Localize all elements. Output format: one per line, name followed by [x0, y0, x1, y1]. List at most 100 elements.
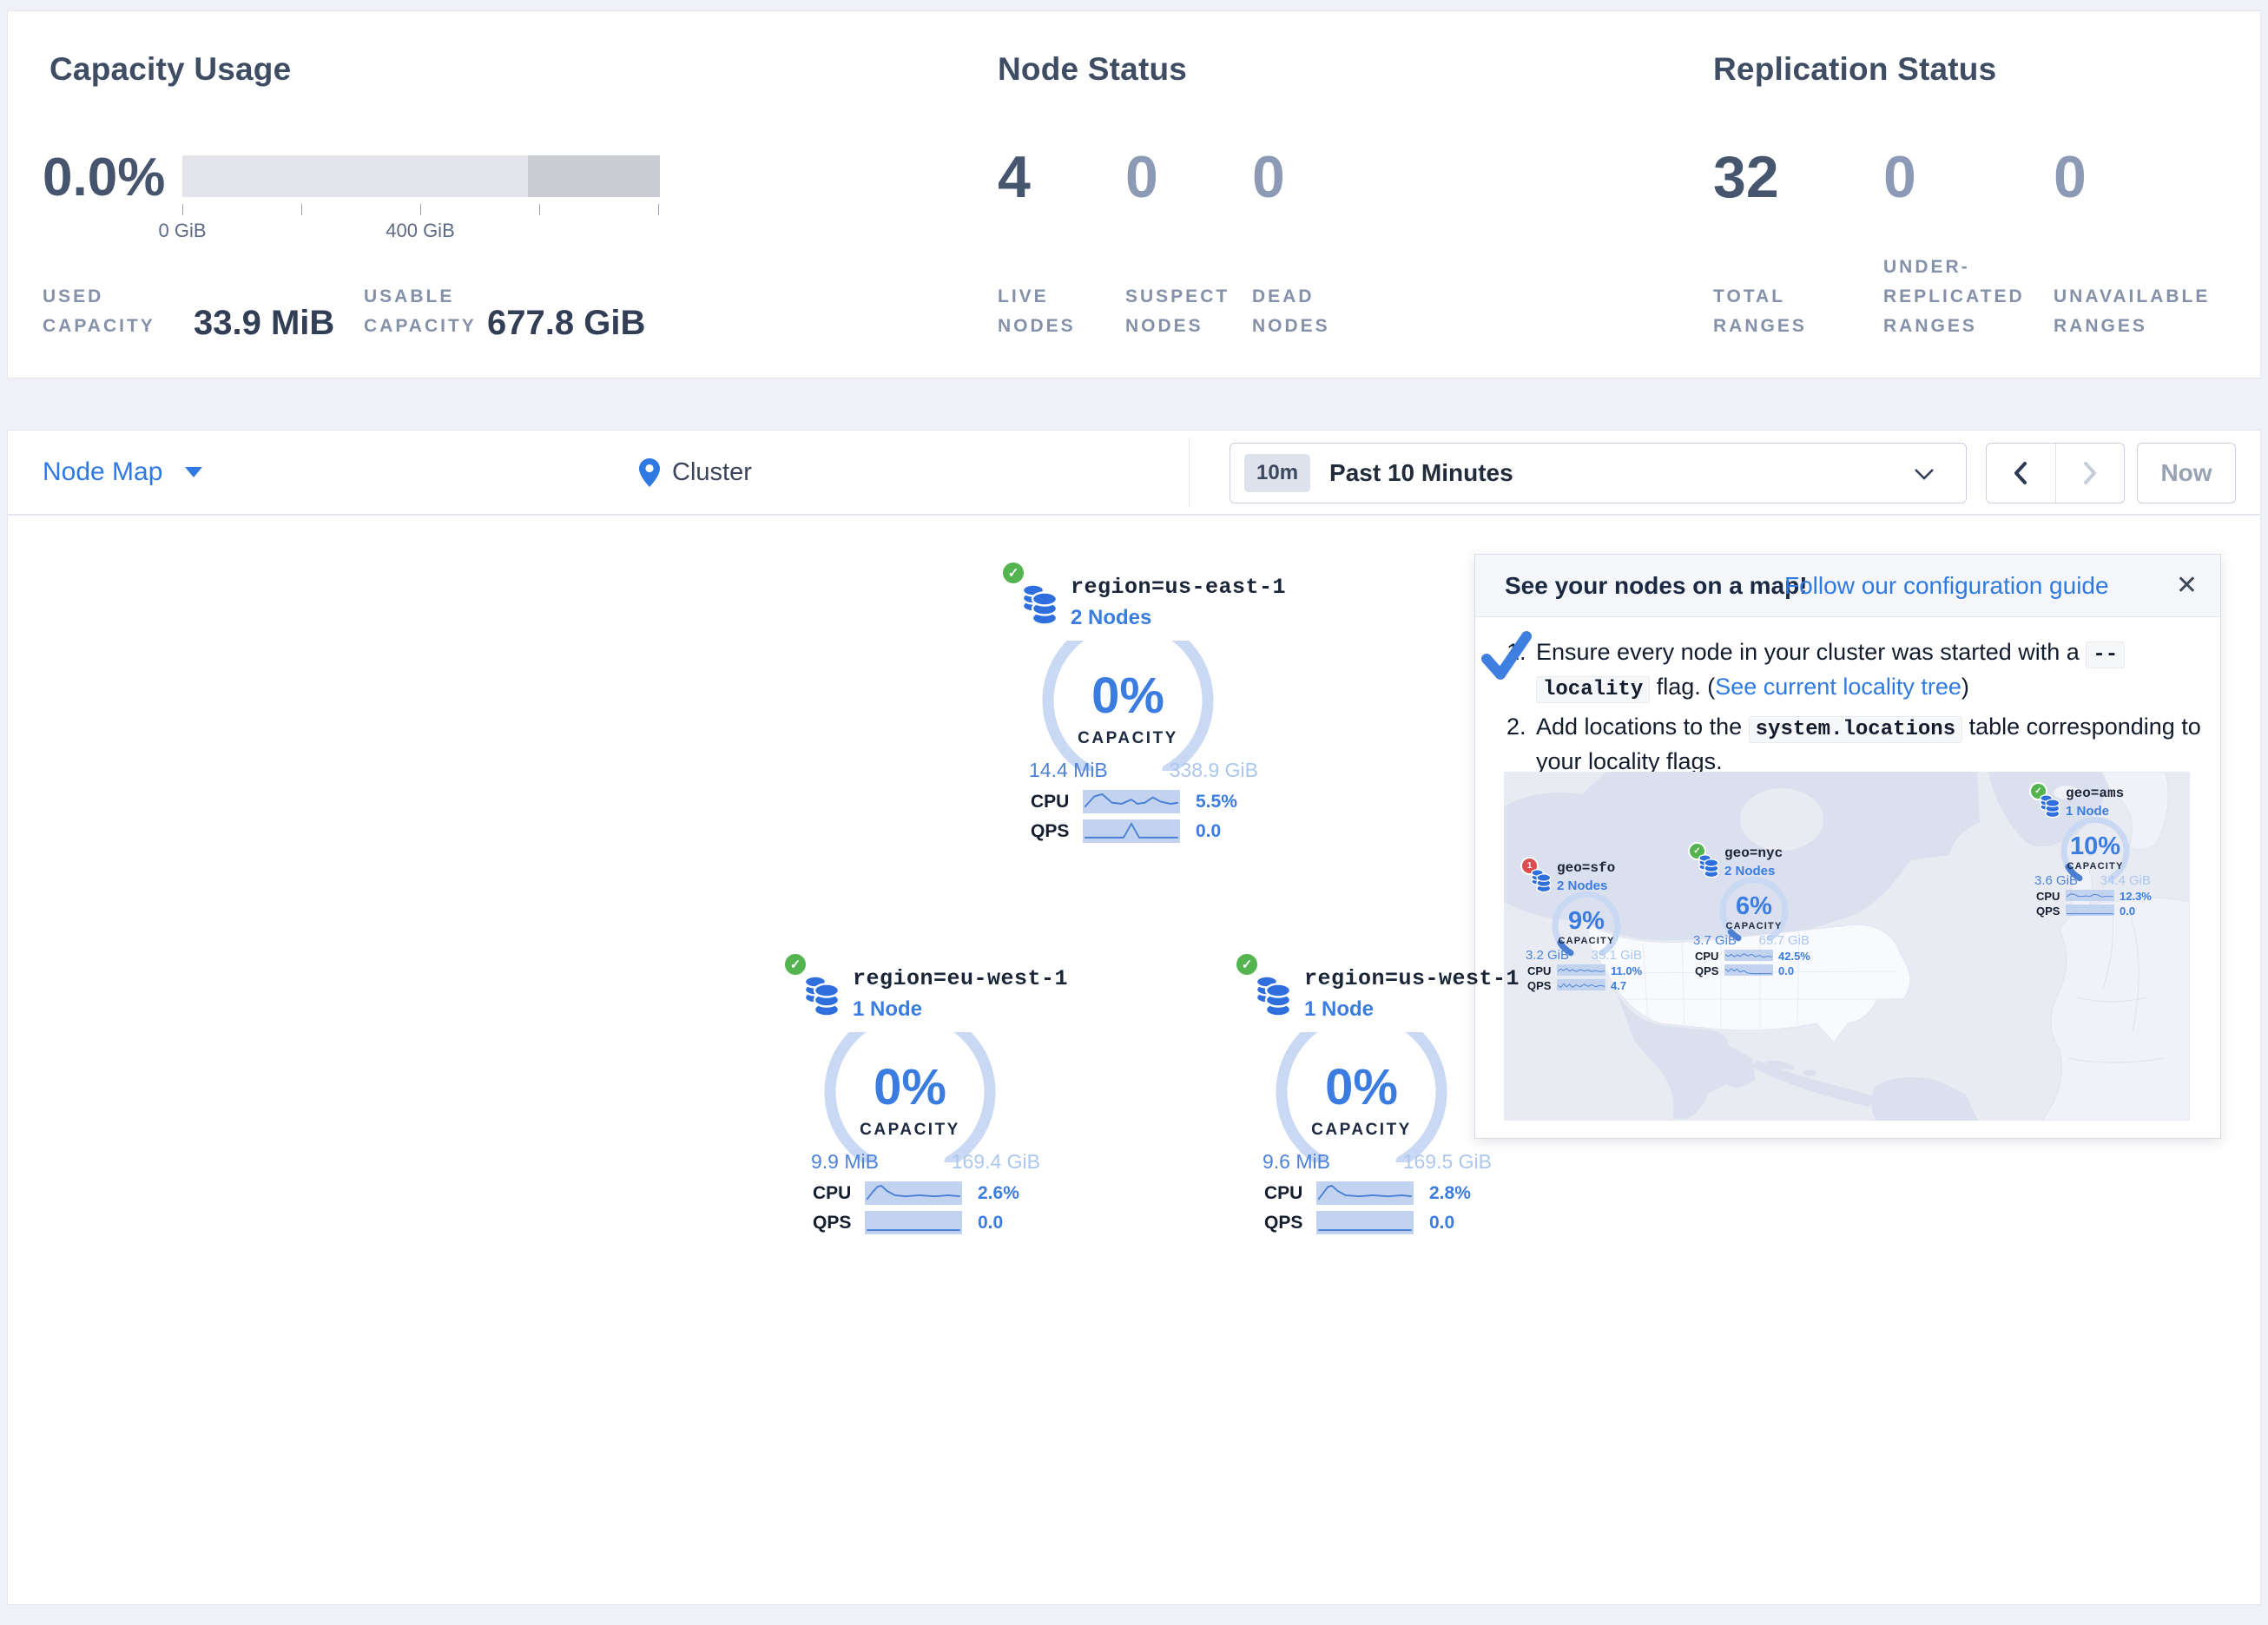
node-count-link[interactable]: 1 Node	[853, 997, 922, 1022]
total-capacity-value: 65.7 GiB	[1740, 933, 1810, 948]
locality-label: region=us-east-1	[1071, 575, 1286, 600]
under-replicated-count: 0	[1883, 143, 1916, 211]
configuration-guide-link[interactable]: Follow our configuration guide	[1784, 572, 2109, 600]
locality-group-us-west-1[interactable]: ✓ region=us-west-1 1 Node 0% CAPACITY 9.…	[1224, 952, 1520, 1247]
close-icon[interactable]: ✕	[2176, 570, 2198, 601]
cpu-sparkline	[1724, 950, 1773, 961]
step-2: 2. Add locations to the system.locations…	[1507, 711, 2203, 778]
time-forward-button[interactable]	[2055, 444, 2125, 503]
node-count-link[interactable]: 1 Node	[1304, 997, 1374, 1022]
cpu-value: 2.8%	[1429, 1183, 1471, 1204]
qps-label: QPS	[2036, 905, 2060, 918]
capacity-percent: 9%	[1522, 907, 1651, 936]
locality-label: region=us-west-1	[1304, 966, 1520, 991]
capacity-percent: 0.0%	[43, 147, 165, 208]
used-value: 3.6 GiB	[2034, 873, 2078, 888]
step-1: 1. Ensure every node in your cluster was…	[1507, 636, 2203, 706]
cpu-sparkline	[865, 1181, 962, 1205]
time-range-dropdown[interactable]: 10m Past 10 Minutes	[1230, 443, 1967, 503]
now-button-label: Now	[2160, 459, 2212, 487]
capacity-gauge-label: CAPACITY	[823, 1121, 997, 1140]
time-range-badge: 10m	[1244, 454, 1310, 492]
configuration-steps: 1. Ensure every node in your cluster was…	[1507, 636, 2203, 783]
replication-status-title: Replication Status	[1713, 51, 1996, 88]
cpu-value: 12.3%	[2120, 890, 2152, 903]
map-configuration-popup: See your nodes on a map! Follow our conf…	[1474, 554, 2221, 1139]
cpu-label: CPU	[1695, 950, 1718, 963]
cpu-label: CPU	[1264, 1183, 1302, 1204]
capacity-bar-reserved-segment	[528, 155, 660, 197]
total-capacity-value: 338.9 GiB	[1121, 759, 1258, 782]
live-nodes-count: 4	[998, 143, 1031, 211]
used-value: 3.2 GiB	[1526, 948, 1569, 963]
database-nodes-icon	[1019, 583, 1060, 627]
toolbar-divider	[1189, 439, 1190, 507]
total-ranges-label: TOTAL RANGES	[1713, 282, 1843, 341]
now-button[interactable]: Now	[2137, 443, 2236, 503]
locality-label: geo=nyc	[1724, 845, 1783, 861]
used-capacity-label: USED CAPACITY	[43, 282, 190, 341]
chevron-right-icon	[2082, 461, 2098, 485]
axis-tick	[420, 204, 421, 215]
map-toolbar: Node Map Cluster 10m Past 10 Minutes	[7, 430, 2261, 515]
qps-value: 0.0	[1196, 821, 1221, 842]
qps-label: QPS	[813, 1213, 851, 1234]
used-value: 9.9 MiB	[811, 1150, 879, 1174]
qps-value: 0.0	[2120, 905, 2135, 918]
code-system-locations: system.locations	[1749, 716, 1962, 743]
total-capacity-value: 35.1 GiB	[1572, 948, 1642, 963]
total-capacity-value: 169.5 GiB	[1355, 1150, 1492, 1174]
breadcrumb-label: Cluster	[672, 458, 752, 487]
database-nodes-icon	[1252, 975, 1294, 1018]
used-value: 9.6 MiB	[1263, 1150, 1330, 1174]
step-1-text: Ensure every node in your cluster was st…	[1536, 636, 2125, 706]
healthy-check-icon: ✓	[785, 954, 806, 975]
node-map-canvas: ✓ region=us-east-1 2 Nodes 0% CAPACITY 1…	[7, 515, 2261, 1605]
capacity-percent: 6%	[1690, 892, 1818, 921]
healthy-check-icon: ✓	[1236, 954, 1257, 975]
qps-sparkline	[1724, 964, 1773, 976]
cpu-sparkline	[2066, 890, 2114, 901]
healthy-check-icon: ✓	[1003, 562, 1024, 583]
cpu-value: 5.5%	[1196, 792, 1237, 812]
qps-sparkline	[865, 1211, 962, 1234]
capacity-usage-title: Capacity Usage	[49, 51, 291, 88]
locality-tree-link[interactable]: See current locality tree	[1715, 674, 1961, 700]
chevron-down-icon	[1914, 468, 1935, 480]
unavailable-count: 0	[2054, 143, 2087, 211]
cluster-overview-page: Capacity Usage 0.0% 0 GiB 400 GiB USED C…	[0, 0, 2268, 1625]
capacity-percent: 0%	[1041, 667, 1215, 725]
popup-header: See your nodes on a map! Follow our conf…	[1475, 555, 2220, 617]
unavailable-label: UNAVAILABLE RANGES	[2054, 282, 2214, 341]
qps-label: QPS	[1527, 979, 1551, 992]
axis-tick-label: 0 GiB	[122, 220, 243, 242]
view-selector-dropdown[interactable]: Node Map	[43, 431, 202, 514]
used-capacity-value: 33.9 MiB	[194, 304, 334, 343]
code-locality-flag: --	[2086, 641, 2125, 668]
chevron-left-icon	[2013, 461, 2028, 485]
cpu-sparkline	[1083, 790, 1180, 813]
locality-group-eu-west-1[interactable]: ✓ region=eu-west-1 1 Node 0% CAPACITY 9.…	[773, 952, 1068, 1247]
mini-locality-geo-sfo: 1 geo=sfo 2 Nodes 9% CAPACITY 3.2 GiB 35…	[1522, 859, 1652, 994]
under-replicated-label: UNDER-REPLICATED RANGES	[1883, 253, 2044, 341]
qps-sparkline	[1083, 819, 1180, 843]
locality-label: region=eu-west-1	[853, 966, 1068, 991]
capacity-percent: 0%	[1275, 1058, 1448, 1116]
axis-tick	[182, 204, 183, 215]
locality-label: geo=sfo	[1557, 860, 1615, 876]
database-nodes-icon	[801, 975, 842, 1018]
node-status-title: Node Status	[998, 51, 1187, 88]
time-back-button[interactable]	[1987, 444, 2055, 503]
axis-tick-label: 400 GiB	[359, 220, 481, 242]
cpu-value: 2.6%	[978, 1183, 1019, 1204]
time-window-arrows	[1986, 443, 2125, 503]
locality-group-us-east-1[interactable]: ✓ region=us-east-1 2 Nodes 0% CAPACITY 1…	[991, 561, 1286, 856]
cluster-summary-card: Capacity Usage 0.0% 0 GiB 400 GiB USED C…	[7, 10, 2261, 378]
code-locality-flag: locality	[1536, 676, 1650, 703]
qps-label: QPS	[1264, 1213, 1302, 1234]
live-nodes-label: LIVE NODES	[998, 282, 1111, 341]
total-capacity-value: 169.4 GiB	[903, 1150, 1040, 1174]
breadcrumb[interactable]: Cluster	[639, 431, 752, 514]
node-count-link[interactable]: 2 Nodes	[1071, 606, 1151, 630]
axis-tick	[539, 204, 540, 215]
